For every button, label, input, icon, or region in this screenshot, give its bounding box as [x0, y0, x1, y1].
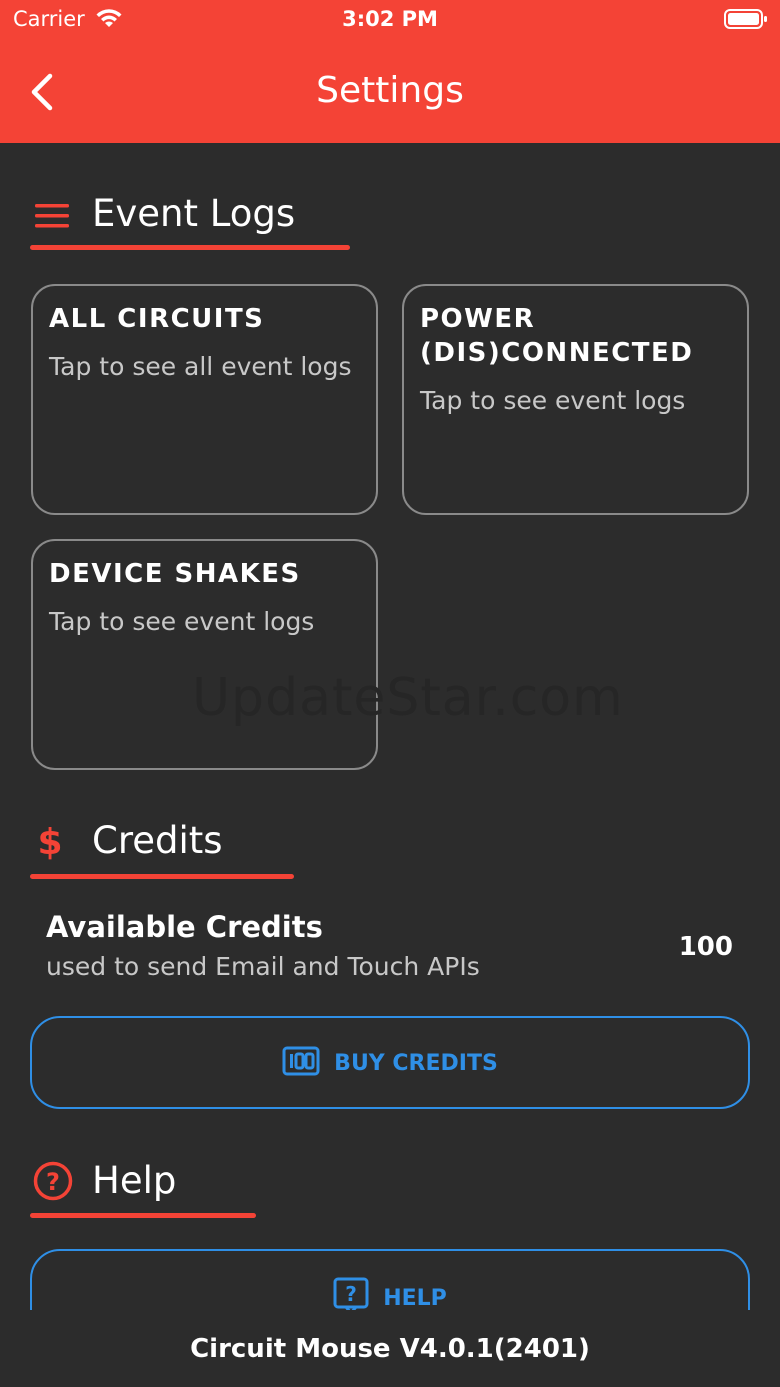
watermark: UpdateStar.com: [192, 668, 624, 728]
available-credits-description: used to send Email and Touch APIs: [46, 952, 480, 981]
status-bar: Carrier 3:02 PM: [0, 0, 780, 40]
card-title: POWER (DIS)CONNECTED: [420, 304, 694, 368]
card-device-shakes[interactable]: DEVICE SHAKES Tap to see event logs: [31, 539, 378, 770]
card-power-disconnected[interactable]: POWER (DIS)CONNECTED Tap to see event lo…: [402, 284, 749, 515]
card-title: DEVICE SHAKES: [49, 559, 301, 589]
available-credits-value: 100: [678, 932, 733, 962]
buy-credits-button[interactable]: BUY CREDITS: [30, 1016, 750, 1109]
dollar-icon: $: [36, 818, 64, 868]
section-title-help: Help: [92, 1159, 177, 1202]
svg-text:$: $: [37, 822, 62, 863]
section-underline: [30, 245, 350, 250]
section-title-credits: Credits: [92, 819, 223, 862]
buy-credits-label: BUY CREDITS: [334, 1050, 498, 1076]
help-button-label: HELP: [383, 1285, 447, 1311]
svg-text:?: ?: [345, 1282, 357, 1306]
battery-icon: [724, 8, 768, 34]
card-subtitle: Tap to see event logs: [49, 607, 315, 636]
settings-screen: Carrier 3:02 PM Settings Event Logs ALL …: [0, 0, 780, 1387]
card-title: ALL CIRCUITS: [49, 304, 265, 334]
svg-text:?: ?: [46, 1168, 60, 1196]
status-time: 3:02 PM: [342, 7, 438, 31]
event-logs-header: Event Logs: [30, 190, 360, 255]
card-subtitle: Tap to see event logs: [420, 386, 686, 415]
available-credits-label: Available Credits: [46, 910, 323, 944]
section-underline: [30, 874, 294, 879]
card-all-circuits[interactable]: ALL CIRCUITS Tap to see all event logs: [31, 284, 378, 515]
section-underline: [30, 1213, 256, 1218]
counter-icon: [282, 1046, 320, 1080]
help-header: ? Help: [30, 1156, 260, 1221]
question-circle-icon: ?: [32, 1160, 74, 1206]
card-subtitle: Tap to see all event logs: [49, 352, 352, 381]
section-title-event-logs: Event Logs: [92, 192, 296, 235]
header-bar: Carrier 3:02 PM Settings: [0, 0, 780, 143]
credits-header: $ Credits: [30, 816, 300, 881]
page-title: Settings: [316, 70, 464, 111]
menu-icon: [34, 203, 70, 233]
app-version: Circuit Mouse V4.0.1(2401): [190, 1334, 590, 1364]
